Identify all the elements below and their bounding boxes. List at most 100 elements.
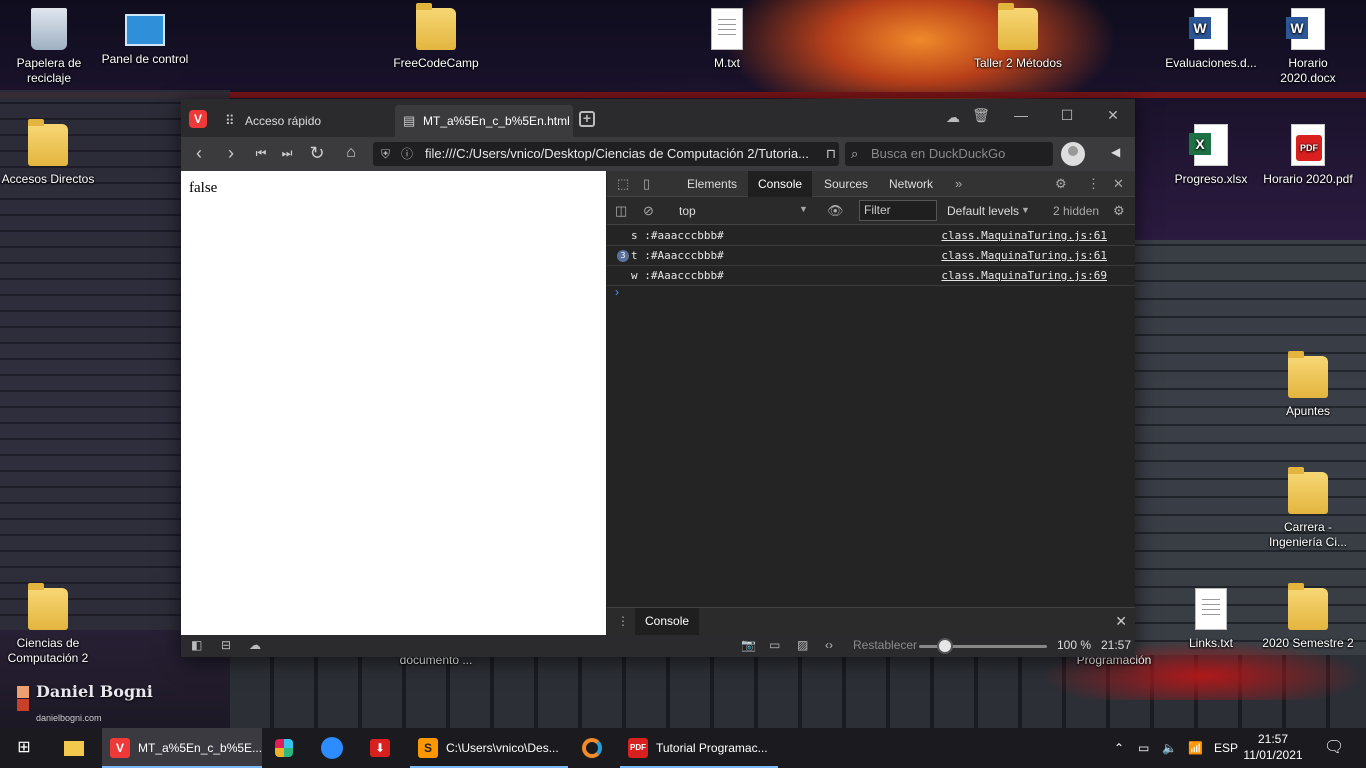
desktop-icon-control-panel[interactable]: Panel de control	[97, 8, 193, 67]
download-manager-icon[interactable]: ⬇	[360, 728, 400, 768]
console-message[interactable]: 3 t :#Aaacccbbb# class.MaquinaTuring.js:…	[607, 246, 1135, 266]
log-levels-select[interactable]: Default levels	[947, 204, 1019, 218]
new-tab-button[interactable]: +	[579, 111, 595, 127]
desktop-icon-m-txt[interactable]: M.txt	[679, 8, 775, 71]
maximize-button[interactable]: ☐	[1053, 107, 1081, 124]
camera-icon[interactable]: 📷	[741, 638, 756, 652]
tab-console[interactable]: Console	[748, 171, 813, 197]
desktop-icon-label: Ciencias de Computación 2	[7, 636, 89, 665]
forward-icon[interactable]: ›	[219, 143, 243, 163]
trash-icon[interactable]: 🗑	[967, 107, 995, 124]
code-icon[interactable]: ‹›	[825, 638, 833, 652]
image-icon[interactable]: ▨	[797, 638, 808, 652]
context-select[interactable]: top	[679, 204, 696, 218]
tab-acceso-rapido[interactable]: ⠿ Acceso rápido	[217, 105, 393, 137]
show-hidden-icons-icon[interactable]: ⌃	[1114, 728, 1124, 768]
desktop-icon-horario-docx[interactable]: W Horario 2020.docx	[1260, 8, 1356, 86]
tab-elements[interactable]: Elements	[677, 171, 747, 197]
vivaldi-logo-icon[interactable]: V	[189, 110, 207, 128]
minimize-button[interactable]: —	[1007, 107, 1035, 123]
reload-icon[interactable]: ↻	[305, 143, 329, 163]
language-indicator[interactable]: ESP	[1214, 728, 1238, 768]
log-source-link[interactable]: class.MaquinaTuring.js:61	[941, 226, 1107, 245]
gear-icon[interactable]: ⚙	[1055, 176, 1067, 192]
desktop-icon-horario-pdf[interactable]: PDF Horario 2020.pdf	[1260, 124, 1356, 187]
console-prompt[interactable]: ›	[615, 285, 619, 299]
panel-toggle-icon[interactable]: ◧	[191, 638, 202, 652]
close-icon[interactable]: ✕	[1113, 176, 1124, 192]
reset-zoom-button[interactable]: Restablecer	[853, 638, 917, 652]
taskbar-app-sublime[interactable]: S C:\Users\vnico\Des...	[410, 728, 568, 768]
close-button[interactable]: ✕	[1099, 107, 1127, 124]
desktop-icon-freecodecamp[interactable]: FreeCodeCamp	[388, 3, 484, 71]
notifications-icon[interactable]: 🗨	[1324, 728, 1344, 768]
slack-icon[interactable]	[264, 728, 304, 768]
zoom-slider-handle[interactable]	[936, 638, 953, 654]
info-icon[interactable]: ⓘ	[401, 142, 413, 166]
taskbar-app-vivaldi[interactable]: V MT_a%5En_c_b%5E...	[102, 728, 262, 768]
console-message[interactable]: s :#aaacccbbb# class.MaquinaTuring.js:61	[607, 226, 1135, 246]
rewind-icon[interactable]: ⏮	[249, 143, 273, 163]
tab-mt-html[interactable]: ▤ MT_a%5En_c_b%5En.html	[395, 105, 573, 137]
chevron-down-icon[interactable]: ▼	[799, 204, 808, 214]
eye-icon[interactable]: 👁	[827, 203, 844, 219]
devtools-tabbar: ⬚ ▯ Elements Console Sources Network » ⚙…	[607, 171, 1135, 197]
zoom-app-icon[interactable]	[312, 728, 352, 768]
logo-square	[17, 699, 29, 711]
log-source-link[interactable]: class.MaquinaTuring.js:69	[941, 266, 1107, 285]
back-icon[interactable]: ‹	[187, 143, 211, 163]
page-output-text: false	[189, 180, 218, 196]
close-drawer-icon[interactable]: ✕	[1115, 613, 1127, 630]
tab-sources[interactable]: Sources	[814, 171, 878, 197]
desktop-icon-ciencias-computacion[interactable]: Ciencias de Computación 2	[0, 583, 96, 666]
taskbar-clock[interactable]: 21:57 11/01/2021	[1238, 731, 1308, 763]
windows-start-icon[interactable]: ⊞	[4, 728, 44, 768]
bookmark-icon[interactable]: ⊓	[819, 144, 843, 164]
log-source-link[interactable]: class.MaquinaTuring.js:61	[941, 246, 1107, 265]
shield-icon[interactable]: ⛨	[381, 142, 390, 166]
sidebar-toggle-icon[interactable]: ◫	[615, 203, 627, 219]
tab-bar: V ⠿ Acceso rápido ▤ MT_a%5En_c_b%5En.htm…	[181, 99, 1135, 137]
chevron-down-icon[interactable]: ▼	[1021, 205, 1030, 215]
url-field[interactable]: ⛨ ⓘ file:///C:/Users/vnico/Desktop/Cienc…	[373, 142, 839, 166]
collapse-panel-icon[interactable]: ◀	[1111, 145, 1120, 159]
kebab-menu-icon[interactable]: ⋮	[1087, 176, 1100, 192]
desktop-icon-recycle-bin[interactable]: Papelera de reciclaje	[1, 8, 97, 86]
fast-forward-icon[interactable]: ⏭	[275, 143, 299, 163]
gear-icon[interactable]: ⚙	[1113, 203, 1125, 219]
search-field[interactable]: ⌕ Busca en DuckDuckGo	[845, 142, 1053, 166]
device-toggle-icon[interactable]: ▯	[643, 176, 650, 192]
folder-icon	[1288, 583, 1328, 630]
taskbar-app-pdf[interactable]: PDF Tutorial Programac...	[620, 728, 778, 768]
avatar[interactable]	[1061, 142, 1085, 166]
tab-tiling-icon[interactable]: ⊟	[221, 638, 231, 652]
clear-console-icon[interactable]: ⊘	[643, 203, 654, 219]
desktop-icon-links-txt[interactable]: Links.txt	[1163, 588, 1259, 651]
filter-input[interactable]: Filter	[859, 200, 937, 221]
window-icon[interactable]: ▭	[769, 638, 780, 652]
file-explorer-icon[interactable]	[54, 728, 94, 768]
desktop-icon-carrera[interactable]: Carrera - Ingeniería Ci...	[1260, 467, 1356, 550]
sync-cloud-icon[interactable]: ☁	[249, 638, 261, 652]
desktop-icon-progreso[interactable]: X Progreso.xlsx	[1163, 124, 1259, 187]
desktop-icon-taller-2[interactable]: Taller 2 Métodos	[970, 3, 1066, 71]
tab-label: Acceso rápido	[245, 114, 322, 128]
battery-icon[interactable]: ▭	[1138, 728, 1149, 768]
desktop-icon-accesos-directos[interactable]: Accesos Directos	[0, 119, 96, 187]
drawer-menu-icon[interactable]: ⋮	[617, 614, 629, 628]
tab-network[interactable]: Network	[879, 171, 943, 197]
inspect-icon[interactable]: ⬚	[617, 176, 629, 192]
taskbar-app-label: MT_a%5En_c_b%5E...	[138, 741, 263, 755]
wifi-icon[interactable]: 📶	[1188, 728, 1203, 768]
home-icon[interactable]: ⌂	[339, 143, 363, 163]
more-tabs-icon[interactable]: »	[955, 176, 962, 191]
console-toolbar: ◫ ⊘ top ▼ 👁 Filter Default levels ▼ 2 hi…	[607, 197, 1135, 225]
desktop-icon-apuntes[interactable]: Apuntes	[1260, 351, 1356, 419]
sync-app-icon[interactable]	[572, 728, 612, 768]
drawer-tab-console[interactable]: Console	[635, 608, 700, 635]
volume-icon[interactable]: 🔈	[1162, 728, 1177, 768]
cloud-icon[interactable]: ☁	[939, 109, 967, 126]
desktop-icon-evaluaciones[interactable]: W Evaluaciones.d...	[1163, 8, 1259, 71]
console-message[interactable]: w :#Aaacccbbb# class.MaquinaTuring.js:69	[607, 266, 1135, 286]
desktop-icon-semestre-2[interactable]: 2020 Semestre 2	[1260, 583, 1356, 651]
